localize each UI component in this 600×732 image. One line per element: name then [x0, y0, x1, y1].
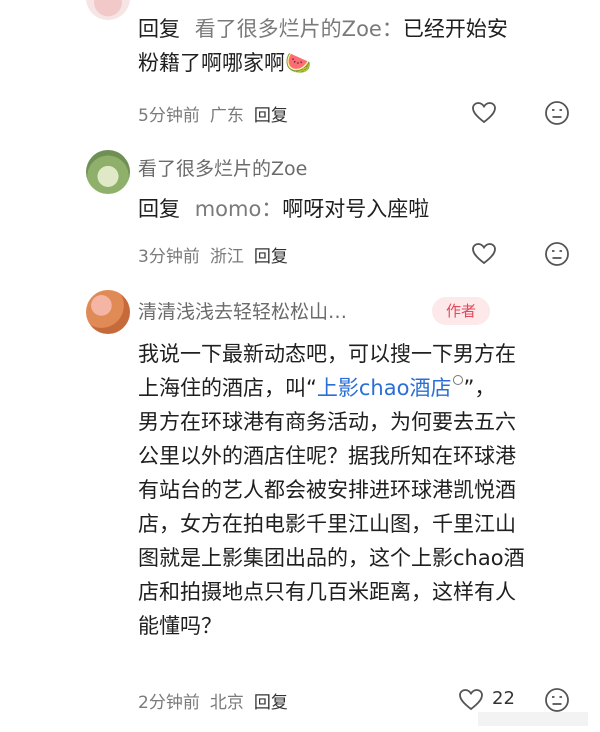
author-name[interactable]: 清清浅浅去轻轻松松山… [138, 297, 347, 324]
search-icon[interactable] [453, 375, 464, 385]
comment-text-line: 有站台的艺人都会被安排进环球港凯悦酒 [138, 478, 516, 502]
comment-meta: 5分钟前 广东 回复 [138, 101, 298, 126]
comment-text: 回复 momo：啊呀对号入座啦 [138, 192, 578, 226]
heart-icon[interactable] [458, 688, 484, 712]
comment-text-line: 能懂吗？ [138, 614, 222, 638]
comment-text-line: 男方在环球港有商务活动，为何要去五六 [138, 410, 516, 434]
avatar[interactable] [86, 150, 130, 194]
author-badge: 作者 [432, 297, 490, 325]
comment-text-line: 已经开始安 [402, 17, 508, 41]
comment-text-fragment: ”， [463, 376, 496, 400]
comment-text-line: 店和拍摄地点只有几百米距离，这样有人 [138, 580, 516, 604]
comment-text-line: 图就是上影集团出品的，这个上影chao酒 [138, 546, 525, 570]
comment-text-line-with-link: 上海住的酒店，叫“上影chao酒店 ”， [138, 371, 588, 405]
reply-target[interactable]: 看了很多烂片的Zoe： [195, 17, 403, 41]
comment-text-fragment: 上海住的酒店，叫“ [138, 376, 317, 400]
comment-text-line: 公里以外的酒店住呢？据我所知在环球港 [138, 444, 516, 468]
location: 广东 [209, 106, 244, 126]
frown-face-icon[interactable] [544, 100, 570, 126]
location: 浙江 [209, 247, 244, 267]
frown-face-icon[interactable] [544, 241, 570, 267]
reply-button[interactable]: 回复 [254, 247, 288, 267]
watermelon-emoji: 🍉 [285, 51, 312, 75]
heart-icon[interactable] [471, 242, 497, 266]
reply-target[interactable]: momo： [195, 197, 283, 221]
comment-text-line: 啊呀对号入座啦 [282, 197, 430, 221]
frown-face-icon[interactable] [544, 687, 570, 713]
comment-text-line: 粉籍了啊哪家啊 [138, 51, 285, 75]
comment-text-line: 店，女方在拍电影千里江山图，千里江山 [138, 512, 516, 536]
comment-meta: 2分钟前 北京 回复 [138, 688, 298, 713]
reply-button[interactable]: 回复 [254, 106, 288, 126]
location: 北京 [209, 693, 244, 713]
timestamp: 3分钟前 [138, 247, 200, 267]
watermark [478, 712, 588, 726]
reply-button[interactable]: 回复 [254, 693, 288, 713]
timestamp: 5分钟前 [138, 106, 200, 126]
reply-prefix: 回复 [138, 197, 180, 221]
timestamp: 2分钟前 [138, 693, 200, 713]
like-count: 22 [492, 688, 515, 709]
hotel-search-link[interactable]: 上影chao酒店 [317, 376, 452, 400]
comment-meta: 3分钟前 浙江 回复 [138, 242, 298, 267]
comment-text: 回复 看了很多烂片的Zoe：已经开始安 粉籍了啊哪家啊🍉 [138, 12, 578, 80]
heart-icon[interactable] [471, 101, 497, 125]
comment-text: 我说一下最新动态吧，可以搜一下男方在 上海住的酒店，叫“上影chao酒店 ”， 男… [138, 337, 588, 643]
comment-text-line: 我说一下最新动态吧，可以搜一下男方在 [138, 342, 516, 366]
avatar[interactable] [86, 290, 130, 334]
reply-prefix: 回复 [138, 17, 180, 41]
avatar[interactable] [86, 0, 130, 20]
author-name[interactable]: 看了很多烂片的Zoe [138, 154, 307, 181]
